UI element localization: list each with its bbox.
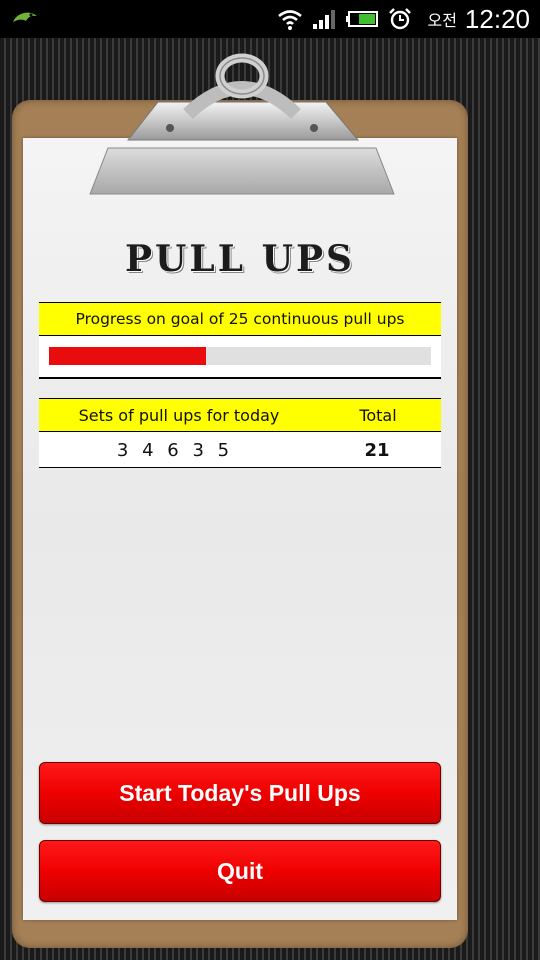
battery-icon [346,11,379,27]
total-value: 21 [364,440,390,461]
progress-panel: Progress on goal of 25 continuous pull u… [39,302,441,379]
sets-panel: Sets of pull ups for today Total 3 4 6 3… [39,398,441,468]
page-title: PULL UPS [124,238,356,280]
status-ampm: 오전 [427,11,457,30]
status-time: 12:20 [464,3,530,34]
start-pull-ups-button[interactable]: Start Today's Pull Ups [39,762,441,824]
clipboard-clip-icon [89,53,395,195]
progress-label: Progress on goal of 25 continuous pull u… [39,303,441,336]
app-notification-icon [13,12,37,22]
alarm-icon [389,8,412,30]
status-bar: 오전 12:20 [0,0,540,38]
sets-header-label: Sets of pull ups for today [78,406,280,425]
sets-values: 3 4 6 3 5 [116,440,234,461]
total-header-label: Total [359,406,397,425]
progress-bar-track [49,347,431,365]
sets-row: 3 4 6 3 5 21 [39,432,441,467]
status-icons: 오전 12:20 [277,0,530,38]
wifi-icon [278,10,303,30]
progress-bar-fill [49,347,206,365]
sets-header: Sets of pull ups for today Total [39,399,441,432]
signal-icon [313,10,336,29]
quit-button[interactable]: Quit [39,840,441,902]
